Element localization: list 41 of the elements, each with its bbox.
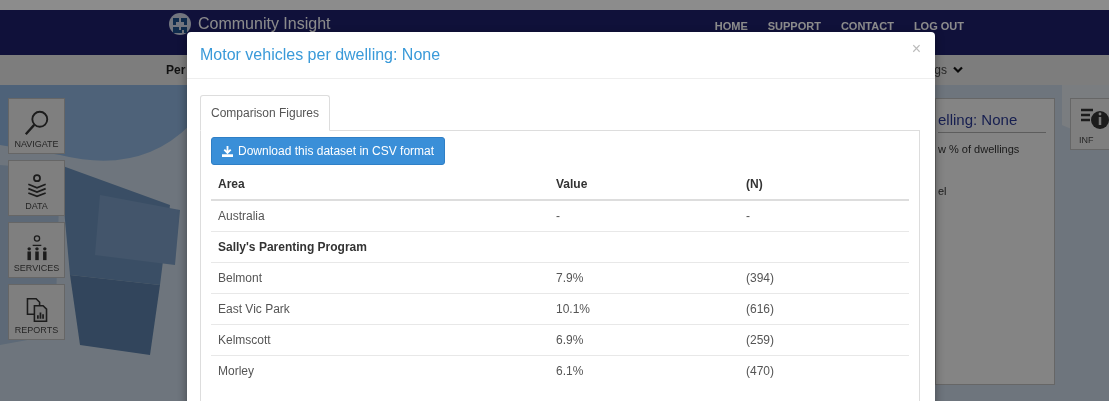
- nav-link[interactable]: LOG OUT: [913, 20, 964, 32]
- caret-icon: [953, 66, 963, 74]
- table-cell-text: Belmont: [217, 271, 264, 285]
- table-cell-text: 6.1%: [555, 364, 585, 378]
- download-button[interactable]: Download this dataset in CSV format: [211, 137, 446, 165]
- nav-link[interactable]: SUPPORT: [767, 20, 821, 32]
- tool-button[interactable]: REPORTS: [8, 284, 65, 340]
- table-cell-text: Australia: [217, 209, 266, 223]
- tool-button[interactable]: DATA: [8, 160, 65, 216]
- panel-title: elling: None: [938, 99, 1046, 133]
- table-cell-text: Kelmscott: [217, 333, 272, 347]
- info-button[interactable]: INF: [1070, 98, 1109, 150]
- panel-text: el: [938, 185, 948, 197]
- table-cell-text: (259): [745, 333, 775, 347]
- column-header: Value: [555, 177, 589, 191]
- column-header: (N): [745, 177, 764, 191]
- table-cell-text: East Vic Park: [217, 302, 291, 316]
- nav-link[interactable]: HOME: [714, 20, 748, 32]
- logo-icon: [168, 12, 192, 36]
- panel-text: w % of dwellings: [938, 143, 1021, 155]
- tab[interactable]: Comparison Figures: [200, 95, 331, 131]
- group-heading: Sally's Parenting Program: [217, 240, 368, 254]
- modal-title: Motor vehicles per dwelling: None: [200, 46, 441, 64]
- table-cell-text: 6.9%: [555, 333, 585, 347]
- subnav-item[interactable]: Per: [166, 63, 186, 77]
- column-header: Area: [217, 177, 246, 191]
- brand-name: Community Insight: [198, 15, 331, 33]
- table-cell-text: 10.1%: [555, 302, 592, 316]
- table-cell-text: -: [555, 209, 561, 223]
- nav-link[interactable]: CONTACT: [840, 20, 894, 32]
- table-cell-text: 7.9%: [555, 271, 585, 285]
- table-cell-text: (394): [745, 271, 775, 285]
- tool-button[interactable]: SERVICES: [8, 222, 65, 278]
- search-icon: [22, 109, 51, 137]
- table-cell-text: (616): [745, 302, 775, 316]
- table-cell-text: (470): [745, 364, 775, 378]
- tool-button[interactable]: NAVIGATE: [8, 98, 65, 154]
- subnav-dropdown[interactable]: gs: [934, 63, 963, 77]
- table-cell-text: -: [745, 209, 751, 223]
- download-icon: [222, 145, 233, 157]
- table-cell-text: Morley: [217, 364, 255, 378]
